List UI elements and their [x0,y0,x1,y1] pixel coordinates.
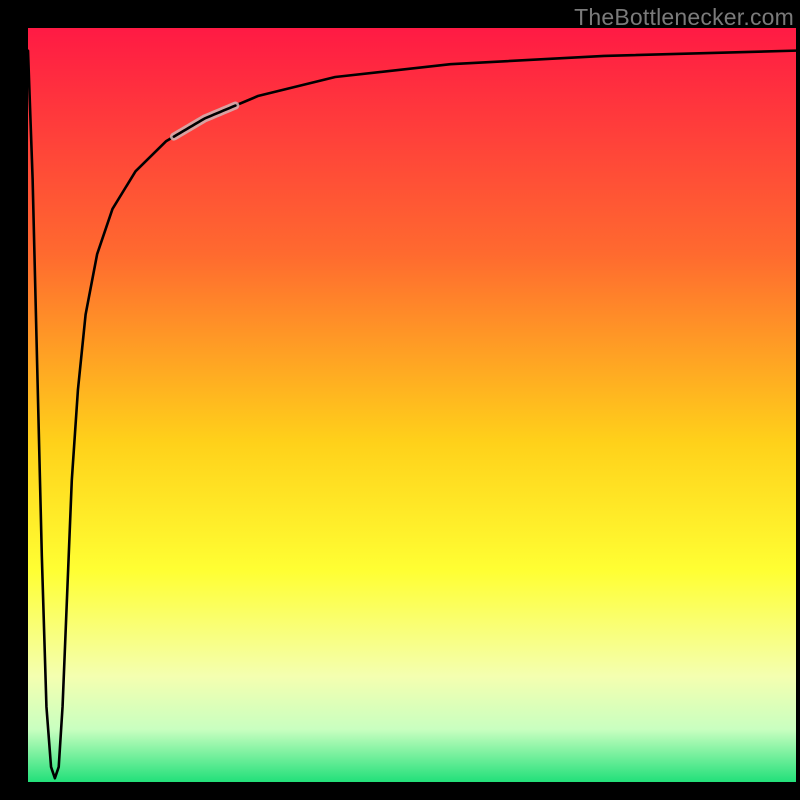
chart-stage: TheBottlenecker.com [0,0,800,800]
bottleneck-chart [0,0,800,800]
plot-background [28,28,796,782]
